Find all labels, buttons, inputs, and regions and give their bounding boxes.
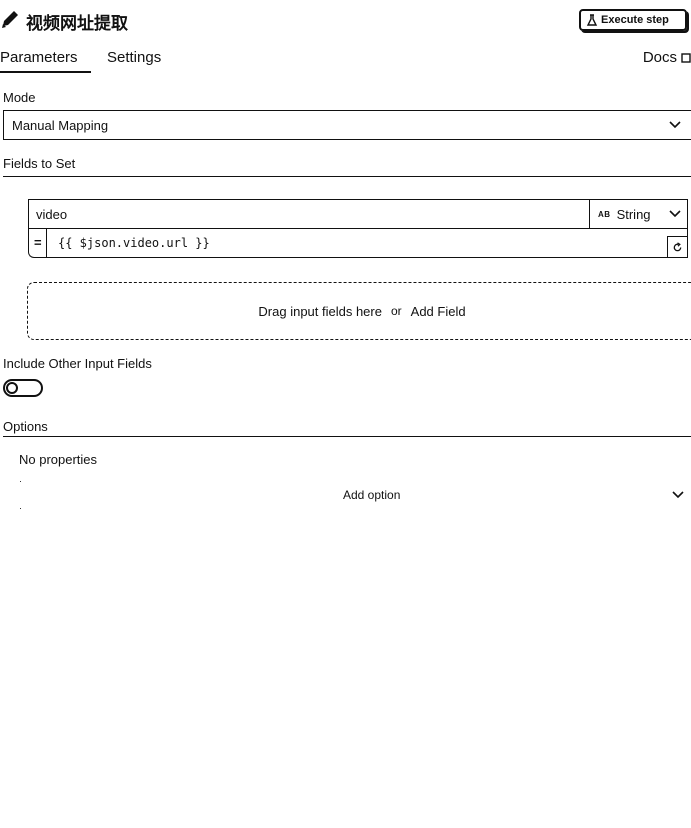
include-other-fields-label: Include Other Input Fields <box>3 356 152 371</box>
chevron-down-icon[interactable] <box>668 118 682 132</box>
no-properties-text: No properties <box>19 452 98 467</box>
mode-label: Mode <box>3 90 36 105</box>
reset-icon <box>673 241 682 251</box>
docs-label: Docs <box>642 49 677 66</box>
fields-to-set-label: Fields to Set <box>3 156 76 171</box>
chevron-down-icon[interactable] <box>671 488 685 502</box>
include-other-fields-toggle[interactable] <box>3 379 43 397</box>
add-field-button[interactable]: Add Field <box>411 304 466 319</box>
execute-step-label: Execute step <box>601 14 669 26</box>
string-type-icon: AB <box>598 209 611 219</box>
pencil-icon[interactable] <box>0 8 20 30</box>
section-divider <box>3 436 691 437</box>
chevron-down-icon[interactable] <box>668 207 682 221</box>
drag-fields-text: Drag input fields here <box>258 303 382 319</box>
tab-settings[interactable]: Settings <box>107 49 161 66</box>
toggle-knob <box>6 382 18 394</box>
execute-step-button[interactable]: Execute step <box>579 9 687 31</box>
or-text: or <box>390 304 402 318</box>
docs-link[interactable]: Docs <box>643 49 691 66</box>
reset-value-button[interactable] <box>667 236 688 258</box>
flask-icon <box>586 14 598 26</box>
equals-sign: = <box>34 235 42 250</box>
corner-mark <box>20 508 21 509</box>
corner-mark <box>20 481 21 482</box>
add-option-label: Add option <box>343 488 401 502</box>
active-tab-indicator <box>0 71 91 73</box>
field-value-input[interactable]: {{ $json.video.url }} <box>46 229 688 258</box>
mode-value: Manual Mapping <box>12 117 109 133</box>
field-type-value: String <box>616 206 651 222</box>
tab-parameters[interactable]: Parameters <box>0 49 78 66</box>
field-name-value: video <box>36 206 68 222</box>
drop-zone[interactable]: Drag input fields here or Add Field <box>27 282 691 340</box>
external-link-icon <box>681 52 691 63</box>
section-divider <box>3 176 691 177</box>
node-title[interactable]: 视频网址提取 <box>26 9 128 34</box>
field-value-expression: {{ $json.video.url }} <box>58 236 210 250</box>
field-name-input[interactable]: video <box>28 199 590 229</box>
mode-select[interactable]: Manual Mapping <box>3 110 691 140</box>
options-label: Options <box>3 419 48 434</box>
